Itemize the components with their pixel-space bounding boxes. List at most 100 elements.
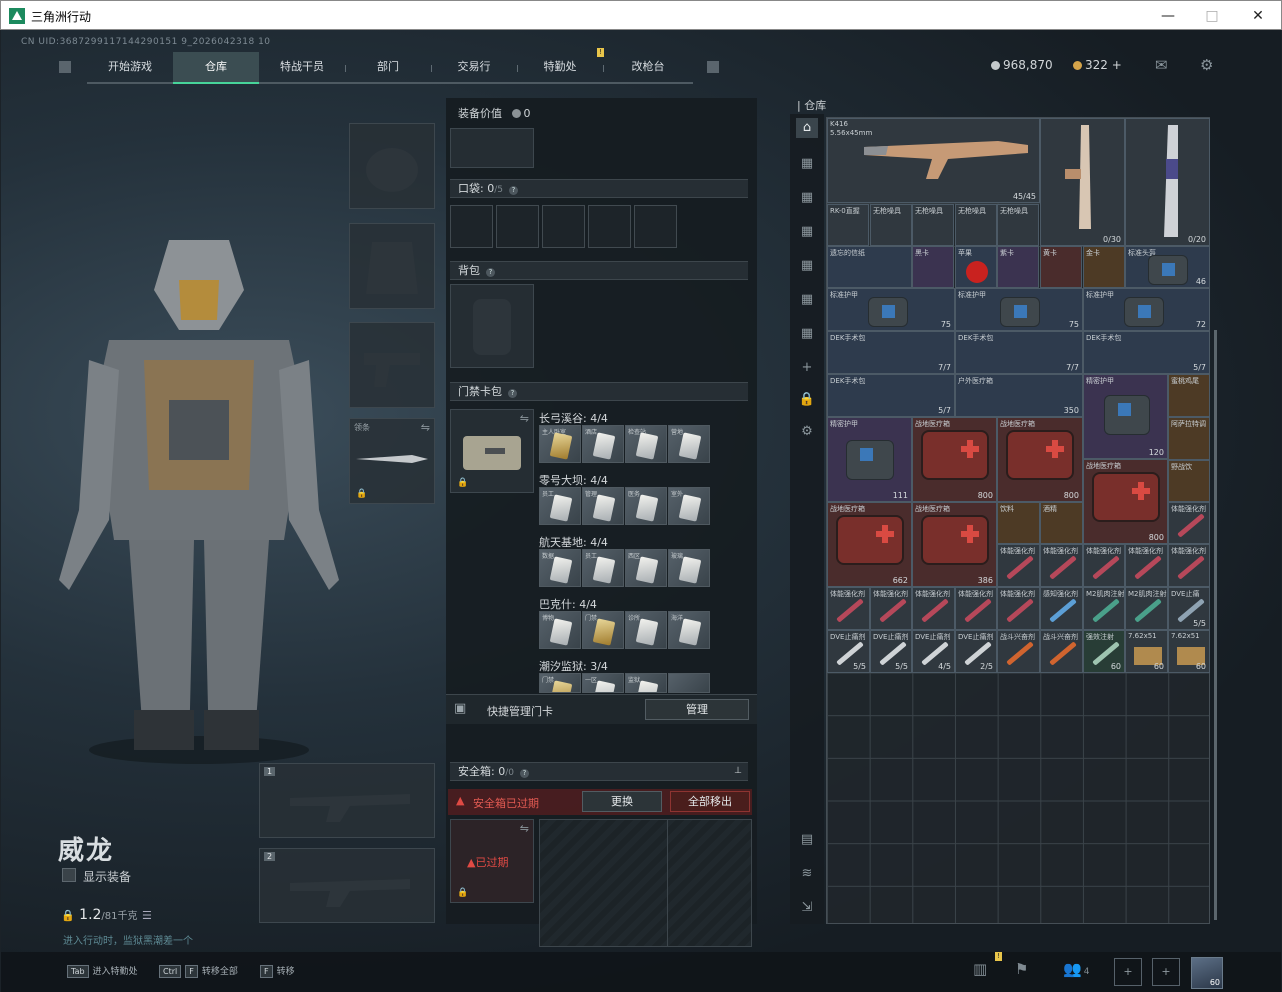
warehouse-item-syringe[interactable]: 体能强化剂 xyxy=(1125,544,1168,587)
warehouse-home-icon[interactable]: ⌂ xyxy=(796,118,818,138)
warehouse-item-ammo[interactable]: 7.62x51 60 xyxy=(1168,630,1210,673)
enter-special-ops-hint[interactable]: Tab 进入特勤处 xyxy=(67,964,138,978)
keycard-item[interactable]: 监狱 xyxy=(625,673,667,693)
warehouse-item-drink[interactable]: 酒精 xyxy=(1040,502,1083,544)
warehouse-item[interactable]: RK-0直握 xyxy=(827,204,869,246)
transfer-all-hint[interactable]: Ctrl F 转移全部 xyxy=(159,964,238,978)
warehouse-item-surgery-kit[interactable]: DEK手术包 5/7 xyxy=(827,374,955,417)
warehouse-item-armor[interactable]: 标准护甲 72 xyxy=(1083,288,1210,331)
keycard-item[interactable]: 室外 xyxy=(668,487,710,525)
tab-operators[interactable]: 特战干员 xyxy=(259,52,345,84)
warehouse-scrollbar[interactable] xyxy=(1214,330,1217,920)
pocket-slot[interactable] xyxy=(542,205,585,248)
storage-tab-icon[interactable]: ▦ xyxy=(796,256,818,276)
keycard-item[interactable]: 西区 xyxy=(625,549,667,587)
warehouse-item-medkit[interactable]: 战地医疗箱 800 xyxy=(997,417,1083,502)
swap-icon[interactable]: ⇋ xyxy=(520,822,529,835)
keycard-item[interactable]: 营地 xyxy=(668,425,710,463)
secondary-weapon-slot[interactable]: 2 xyxy=(259,848,435,923)
warehouse-item-syringe[interactable]: 体能强化剂 xyxy=(827,587,870,630)
player-avatar[interactable]: 60 xyxy=(1191,957,1223,989)
tab-department[interactable]: 部门 xyxy=(345,52,431,84)
warehouse-item-armor[interactable]: 标准护甲 75 xyxy=(955,288,1083,331)
keycard-item[interactable]: 博物 xyxy=(539,611,581,649)
keycard-item[interactable]: 员工 xyxy=(539,487,581,525)
warehouse-item[interactable]: 苹果 xyxy=(955,246,997,288)
keycard-item[interactable]: 诊所 xyxy=(625,611,667,649)
warehouse-item-rifle[interactable]: 0/20 xyxy=(1125,118,1210,246)
add-tab-icon[interactable]: + xyxy=(796,358,818,378)
warehouse-item-syringe[interactable]: 体能强化剂 xyxy=(997,587,1040,630)
warehouse-item-rifle[interactable]: 0/30 xyxy=(1040,118,1125,246)
minimize-button[interactable]: — xyxy=(1151,5,1185,27)
pin-icon[interactable]: ⊥ xyxy=(734,763,742,780)
chest-rig-slot[interactable] xyxy=(450,128,534,168)
pocket-slot[interactable] xyxy=(450,205,493,248)
warehouse-item-syringe[interactable]: M2肌肉注射 xyxy=(1083,587,1125,630)
mail-icon[interactable]: ✉ xyxy=(1155,56,1168,74)
flag-icon[interactable]: ⚑ xyxy=(1015,960,1028,978)
warehouse-item[interactable]: 黄卡 xyxy=(1040,246,1082,288)
warehouse-item-medkit[interactable]: 户外医疗箱 350 xyxy=(955,374,1083,417)
warehouse-item[interactable]: 黑卡 xyxy=(912,246,954,288)
safebox-slot[interactable]: ⇋ ▲已过期 🔒 xyxy=(450,819,534,903)
warehouse-item-ammo[interactable]: 7.62x51 60 xyxy=(1125,630,1168,673)
warehouse-item-syringe[interactable]: 体能强化剂 xyxy=(870,587,912,630)
warehouse-item-drink[interactable]: 阿萨拉特调 xyxy=(1168,417,1210,460)
warehouse-item-drink[interactable]: 饮料 xyxy=(997,502,1040,544)
warehouse-item-medkit[interactable]: 战地医疗箱 800 xyxy=(912,417,997,502)
warehouse-item-painkiller[interactable]: DVE止痛剂 2/5 xyxy=(955,630,997,673)
keycard-item[interactable]: 管理 xyxy=(582,487,624,525)
settings-gear-icon[interactable]: ⚙ xyxy=(1200,56,1213,74)
warehouse-item-painkiller[interactable]: DVE止痛剂 5/5 xyxy=(827,630,870,673)
warehouse-item-syringe[interactable]: DVE止痛 5/5 xyxy=(1168,587,1210,630)
pocket-slot[interactable] xyxy=(496,205,539,248)
helmet-slot[interactable] xyxy=(349,123,435,209)
warehouse-item-painkiller[interactable]: DVE止痛剂 4/5 xyxy=(912,630,955,673)
nav-next-icon[interactable] xyxy=(707,61,719,73)
warehouse-item[interactable]: 标准头盔 46 xyxy=(1125,246,1210,288)
pocket-slot[interactable] xyxy=(588,205,631,248)
keycard-item[interactable]: 酒店 xyxy=(582,425,624,463)
warehouse-item-stimulant[interactable]: 战斗兴奋剂 xyxy=(997,630,1040,673)
friends-icon[interactable]: 👥 4 xyxy=(1063,960,1089,978)
warehouse-item-syringe[interactable]: 体能强化剂 xyxy=(955,587,997,630)
warehouse-item-drink[interactable]: 野战饮 xyxy=(1168,460,1210,502)
storage-tab-icon[interactable]: ▦ xyxy=(796,324,818,344)
keycard-item[interactable]: 主人卧室 xyxy=(539,425,581,463)
warehouse-item-syringe[interactable]: 体能强化剂 xyxy=(1040,544,1083,587)
storage-tab-icon[interactable]: ▦ xyxy=(796,154,818,174)
warehouse-item-medkit[interactable]: 战地医疗箱 386 xyxy=(912,502,997,587)
lock-tab-icon[interactable]: 🔒 xyxy=(796,390,818,410)
weight-list-icon[interactable]: ☰ xyxy=(142,909,152,922)
keycard-item[interactable]: 医务 xyxy=(625,487,667,525)
warehouse-item-medkit[interactable]: 战地医疗箱 662 xyxy=(827,502,912,587)
swap-icon[interactable]: ⇋ xyxy=(421,421,430,434)
tidy-icon[interactable]: ⇲ xyxy=(796,898,818,918)
safebox-grid[interactable] xyxy=(539,819,752,947)
pocket-slot[interactable] xyxy=(634,205,677,248)
tab-settings-icon[interactable]: ⚙ xyxy=(796,422,818,442)
transfer-hint[interactable]: F 转移 xyxy=(260,964,295,978)
swap-icon[interactable]: ⇋ xyxy=(520,412,529,425)
keycard-item[interactable]: 门禁 xyxy=(582,611,624,649)
tab-special-ops[interactable]: 特勤处 xyxy=(517,52,603,84)
tab-start-game[interactable]: 开始游戏 xyxy=(87,52,173,84)
warehouse-item[interactable]: 无枪噪具 xyxy=(870,204,912,246)
tab-gunsmith[interactable]: 改枪台 xyxy=(603,52,693,84)
warehouse-item[interactable]: 无枪噪具 xyxy=(912,204,954,246)
keycard-item[interactable]: 门禁 xyxy=(539,673,581,693)
warehouse-item-surgery-kit[interactable]: DEK手术包 5/7 xyxy=(1083,331,1210,374)
warehouse-item-stimulant[interactable]: 战斗兴奋剂 xyxy=(1040,630,1083,673)
warehouse-item-syringe[interactable]: 体能强化剂 xyxy=(997,544,1040,587)
manage-button[interactable]: 管理 xyxy=(645,699,749,720)
tab-warehouse[interactable]: 仓库 xyxy=(173,52,259,84)
warehouse-item-painkiller[interactable]: DVE止痛剂 5/5 xyxy=(870,630,912,673)
pistol-slot[interactable] xyxy=(349,322,435,408)
keycard-item[interactable]: 玻璃 xyxy=(668,549,710,587)
warehouse-item[interactable]: 金卡 xyxy=(1083,246,1125,288)
close-button[interactable]: ✕ xyxy=(1241,5,1275,27)
keycard-item[interactable]: 员工 xyxy=(582,549,624,587)
armor-slot[interactable] xyxy=(349,223,435,309)
keycard-item[interactable] xyxy=(668,673,710,693)
